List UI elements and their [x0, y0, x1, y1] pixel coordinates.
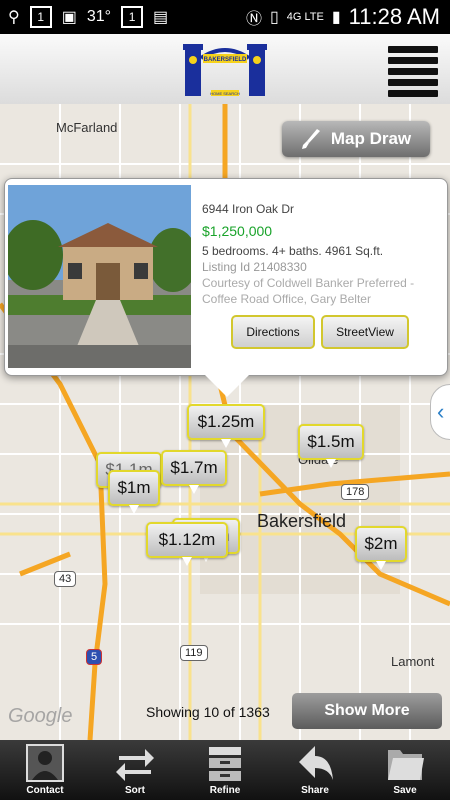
- nav-share[interactable]: Share: [270, 740, 360, 800]
- logo-subtext: HOME SEARCH: [210, 91, 240, 96]
- price-pin[interactable]: $2m: [355, 526, 407, 570]
- listing-popup[interactable]: 6944 Iron Oak Dr $1,250,000 5 bedrooms. …: [4, 178, 448, 397]
- price-pin[interactable]: $1.25m: [187, 404, 265, 448]
- show-more-button[interactable]: Show More: [292, 693, 442, 729]
- sort-icon: [116, 749, 154, 781]
- streetview-button[interactable]: StreetView: [321, 315, 409, 349]
- nav-share-label: Share: [301, 785, 329, 796]
- status-bar: ⚲ 1 ▣ 31° 1 ▤ Ⓝ ▯ 4G LTE ▮ 11:28 AM: [0, 0, 450, 34]
- nav-refine[interactable]: Refine: [180, 740, 270, 800]
- network-indicator: 4G LTE: [286, 11, 324, 23]
- contact-icon: [26, 744, 64, 782]
- route-shield-178: 178: [341, 484, 370, 500]
- menu-line: [388, 46, 438, 53]
- route-shield-119: 119: [180, 645, 208, 661]
- listing-info: 6944 Iron Oak Dr $1,250,000 5 bedrooms. …: [202, 201, 432, 307]
- bag-icon: ▤: [153, 9, 169, 26]
- logo-text: BAKERSFIELD: [204, 57, 247, 63]
- map-label-lamont: Lamont: [391, 654, 435, 669]
- menu-button[interactable]: [388, 42, 438, 97]
- listing-details: 5 bedrooms. 4+ baths. 4961 Sq.ft.: [202, 244, 384, 258]
- brush-icon: [301, 129, 320, 149]
- map-draw-button[interactable]: Map Draw: [282, 121, 430, 157]
- results-count: Showing 10 of 1363: [146, 704, 270, 720]
- price-pin[interactable]: $1.12m: [146, 522, 228, 566]
- map-draw-label: Map Draw: [330, 129, 412, 148]
- nav-save-label: Save: [393, 785, 417, 796]
- price-pin[interactable]: $1m: [108, 470, 160, 514]
- nav-refine-label: Refine: [209, 785, 241, 796]
- image-icon: ▣: [61, 9, 77, 26]
- battery-icon: ▮: [331, 9, 341, 26]
- share-icon: [299, 746, 333, 780]
- temperature: 31°: [86, 8, 112, 25]
- listing-courtesy: Courtesy of Coldwell Banker Preferred - …: [202, 276, 415, 306]
- menu-line: [388, 68, 438, 75]
- route-shield-43: 43: [54, 571, 77, 587]
- location-icon: ⚲: [8, 9, 20, 26]
- menu-line: [388, 79, 438, 86]
- google-attribution: Google: [8, 705, 73, 727]
- listing-photo[interactable]: [8, 185, 191, 368]
- app-logo: BAKERSFIELD HOME SEARCH: [183, 40, 267, 98]
- notification-badge-1: 1: [29, 6, 52, 28]
- map-label-bakersfield: Bakersfield: [257, 511, 347, 531]
- listing-id: Listing Id 21408330: [202, 260, 307, 274]
- listing-address: 6944 Iron Oak Dr: [202, 202, 295, 216]
- nav-contact-label: Contact: [26, 785, 64, 796]
- notification-badge-2: 1: [121, 6, 144, 28]
- route-shield-5: 5: [86, 649, 103, 665]
- listing-price: $1,250,000: [202, 223, 273, 239]
- bottom-nav: Contact Sort Refine Share Save: [0, 740, 450, 800]
- price-pin[interactable]: $1.5m: [298, 424, 364, 468]
- price-pin[interactable]: $1.7m: [161, 450, 227, 494]
- nav-sort[interactable]: Sort: [90, 740, 180, 800]
- nav-sort-label: Sort: [125, 785, 145, 796]
- nav-contact[interactable]: Contact: [0, 740, 90, 800]
- chevron-left-icon: ‹: [437, 399, 445, 424]
- directions-button[interactable]: Directions: [231, 315, 315, 349]
- refine-icon: [209, 747, 241, 781]
- map-label-mcfarland: McFarland: [56, 120, 118, 135]
- nav-save[interactable]: Save: [360, 740, 450, 800]
- vibrate-icon: ▯: [269, 9, 279, 26]
- side-panel-toggle[interactable]: ‹: [430, 384, 450, 440]
- save-icon: [388, 750, 424, 780]
- menu-line: [388, 90, 438, 97]
- nfc-icon: Ⓝ: [245, 11, 262, 28]
- menu-line: [388, 57, 438, 64]
- clock: 11:28 AM: [348, 4, 440, 29]
